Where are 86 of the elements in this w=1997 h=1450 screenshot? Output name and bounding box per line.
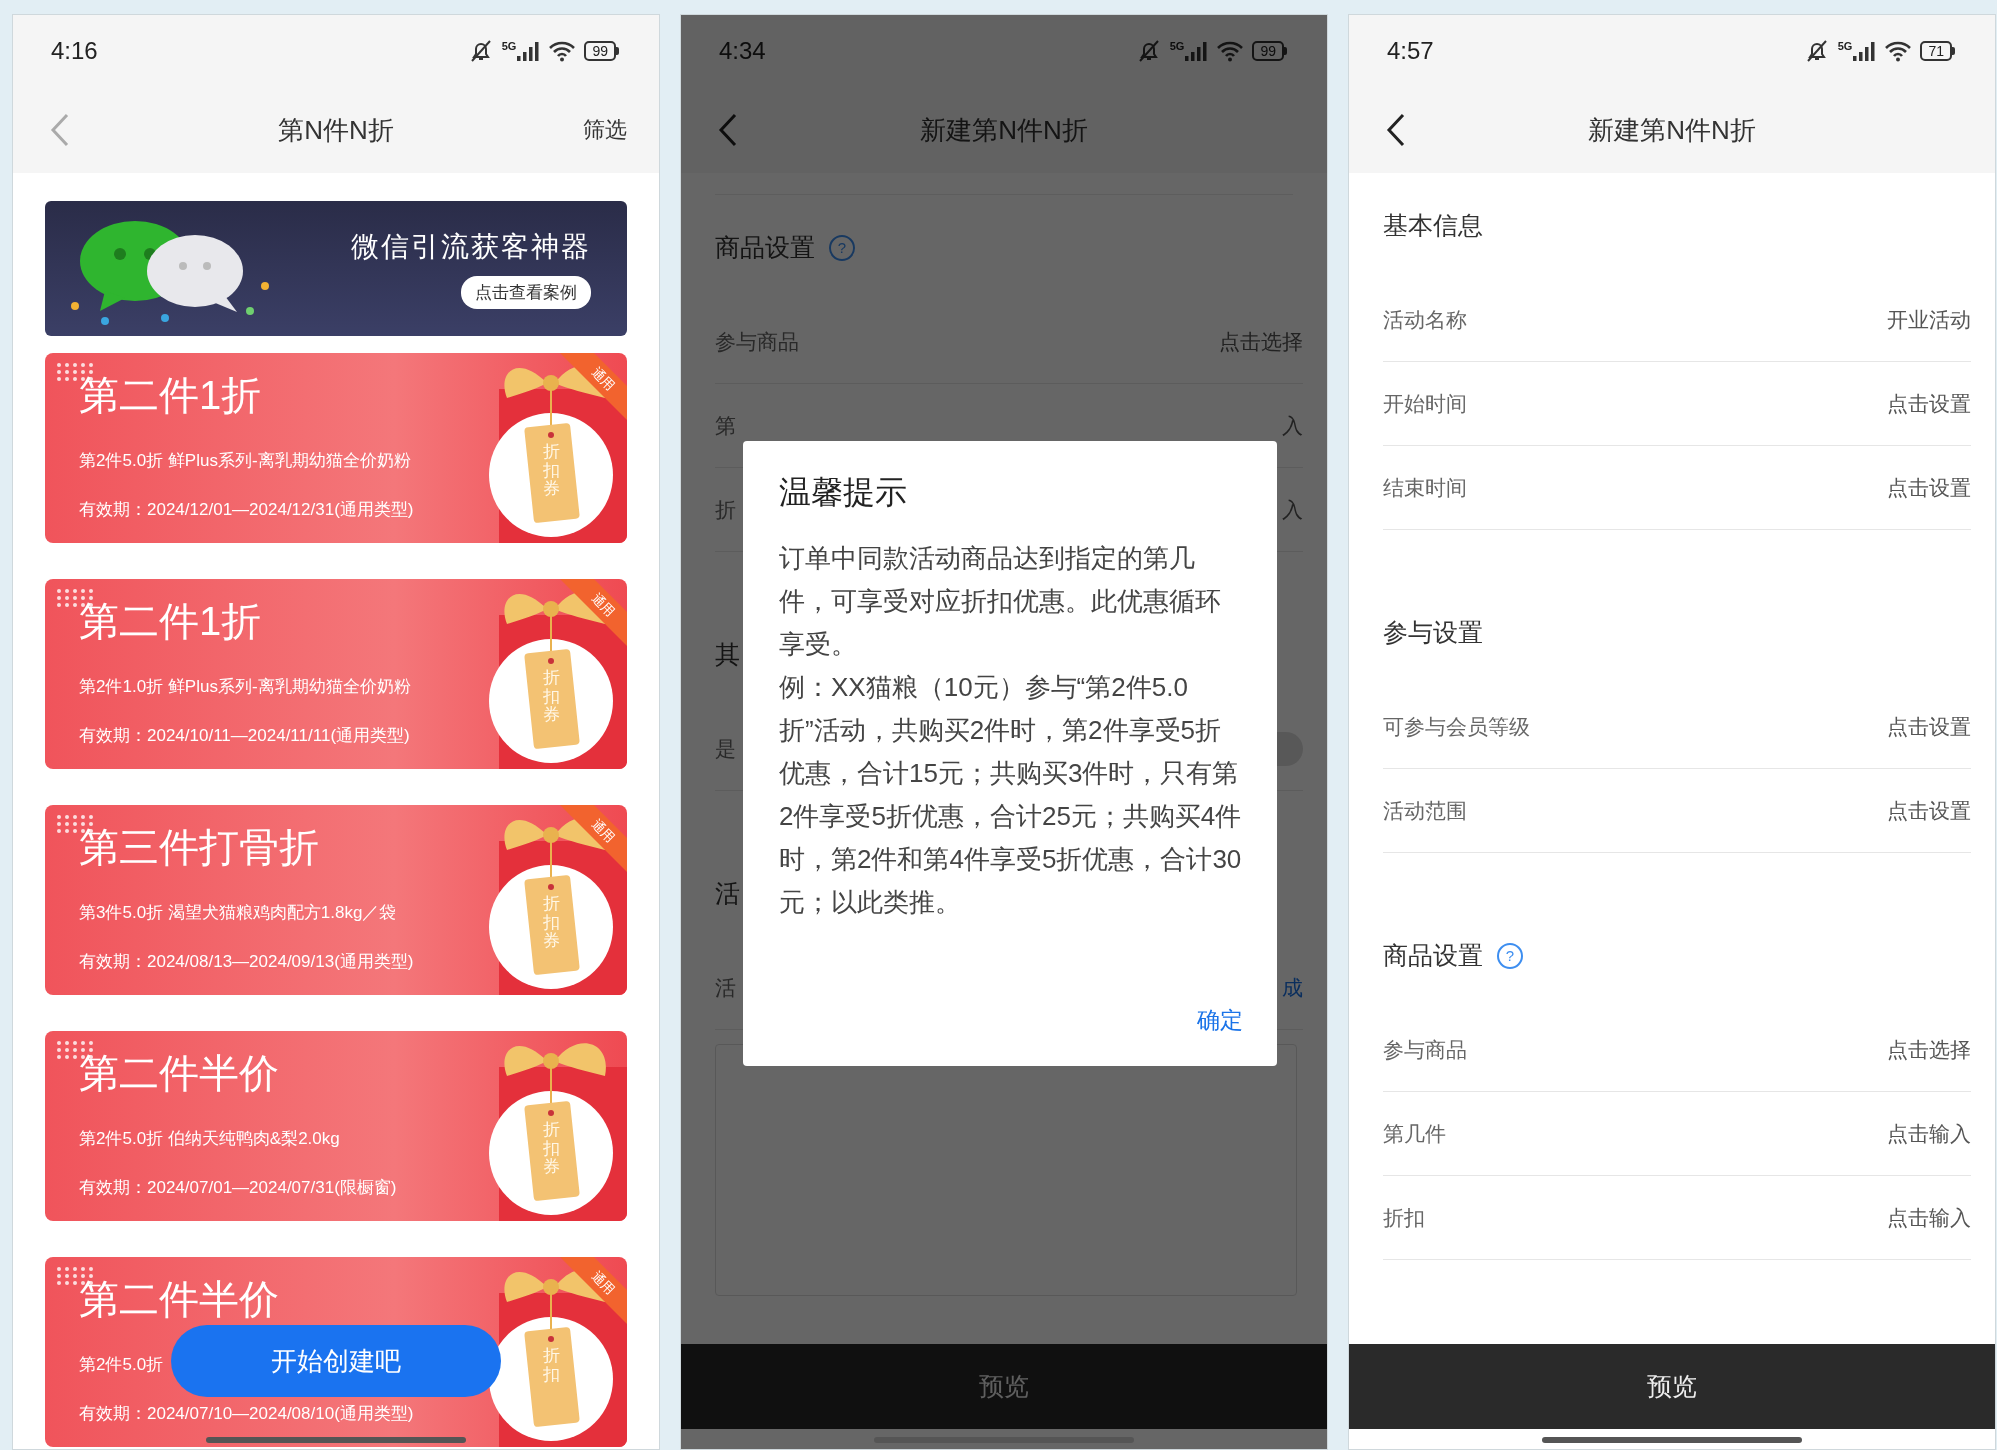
dialog-text: 例：XX猫粮（10元）参与“第2件5.0折”活动，共购买2件时，第2件享受5折优惠，合计15元；共购买3件时，只有第2件享受5折优惠，合计25元；共购买4件时，第2件和第4件享受5折优惠，合计30元；以此类推。	[779, 671, 1243, 919]
coupon-card[interactable]: 第二件1折 第2件1.0折 鲜Plus系列-离乳期幼猫全价奶粉 有效期：2024/10/11—2024/11/11(通用类型) 折扣券 通用	[45, 579, 627, 769]
field-label: 折	[715, 496, 736, 523]
coupon-detail: 第2件5.0折 伯纳天纯鸭肉&梨2.0kg	[79, 1128, 340, 1150]
create-button[interactable]: 开始创建吧	[171, 1325, 501, 1397]
field-label: 开始时间	[1383, 390, 1467, 417]
field-label: 活动范围	[1383, 797, 1467, 824]
network-label: 5G	[1837, 40, 1853, 52]
field-value[interactable]: 点击设置	[1887, 473, 1971, 502]
banner-headline: 微信引流获客神器	[351, 230, 591, 264]
field-value[interactable]: 点击选择	[1219, 327, 1303, 356]
tag-text: 折扣券	[543, 669, 560, 726]
section-title: 其	[715, 639, 740, 670]
field-label: 可参与会员等级	[1383, 713, 1530, 740]
dialog-title: 温馨提示	[779, 473, 908, 512]
preview-button[interactable]: 预览	[681, 1344, 1327, 1429]
signal-icon	[1852, 40, 1877, 62]
coupon-card[interactable]: 第三件打骨折 第3件5.0折 渴望犬猫粮鸡肉配方1.8kg／袋 有效期：2024/08/13—2024/09/13(通用类型) 折扣券 通用	[45, 805, 627, 995]
battery-icon: 99	[584, 41, 619, 61]
status-time: 4:16	[51, 37, 98, 65]
coupon-title: 第三件打骨折	[79, 825, 319, 869]
dialog-text: 订单中同款活动商品达到指定的第几件，可享受对应折扣优惠。此优惠循环享受。	[779, 542, 1222, 661]
coupon-card[interactable]: 第二件半价 第2件5.0折 伯纳天纯鸭肉&梨2.0kg 有效期：2024/07/01—2024/07/31(限橱窗) 折扣券	[45, 1031, 627, 1221]
field-value[interactable]: 点击设置	[1887, 796, 1971, 825]
field-label: 活	[715, 974, 736, 1001]
coupon-detail: 第2件1.0折 鲜Plus系列-离乳期幼猫全价奶粉	[79, 676, 411, 698]
coupon-validity: 有效期：2024/10/11—2024/11/11(通用类型)	[79, 725, 410, 747]
confirm-button[interactable]: 确定	[1197, 999, 1243, 1042]
field-value[interactable]: 点击输入	[1887, 1119, 1971, 1148]
coupon-title: 第二件1折	[79, 599, 262, 643]
coupon-validity: 有效期：2024/08/13—2024/09/13(通用类型)	[79, 951, 414, 973]
coupon-validity: 有效期：2024/12/01—2024/12/31(通用类型)	[79, 499, 414, 521]
field-label: 第几件	[1383, 1120, 1446, 1147]
section-title: 参与设置	[1383, 617, 1483, 648]
coupon-detail: 第2件5.0折 鲜Plus系列-离乳期幼猫全价奶粉	[79, 450, 411, 472]
coupon-validity: 有效期：2024/07/10—2024/08/10(通用类型)	[79, 1403, 414, 1425]
field-value[interactable]: 入	[1282, 411, 1303, 440]
help-icon[interactable]: ?	[1497, 942, 1523, 969]
field-label: 结束时间	[1383, 474, 1467, 501]
coupon-title: 第二件1折	[79, 373, 262, 417]
field-value[interactable]: 点击选择	[1887, 1035, 1971, 1064]
coupon-title: 第二件半价	[79, 1277, 279, 1321]
coupon-detail: 第2件5.0折	[79, 1354, 164, 1376]
field-label: 折扣	[1383, 1204, 1425, 1231]
network-label: 5G	[1169, 40, 1185, 52]
battery-icon: 71	[1920, 41, 1955, 61]
tag-text: 折扣券	[543, 895, 560, 952]
section-title: 活	[715, 878, 740, 909]
field-label: 活动名称	[1383, 306, 1467, 333]
field-link[interactable]: 成	[1282, 973, 1303, 1002]
status-time: 4:57	[1387, 37, 1434, 65]
network-label: 5G	[501, 40, 517, 52]
battery-icon: 99	[1252, 41, 1287, 61]
coupon-detail: 第3件5.0折 渴望犬猫粮鸡肉配方1.8kg／袋	[79, 902, 397, 924]
field-value[interactable]: 开业活动	[1887, 305, 1971, 334]
signal-icon	[1184, 40, 1209, 62]
preview-button[interactable]: 预览	[1349, 1344, 1995, 1429]
wifi-icon	[548, 40, 577, 62]
filter-link[interactable]: 筛选	[569, 115, 659, 145]
tag-text: 折扣	[543, 1347, 560, 1385]
screen-title: 第N件N折	[277, 113, 395, 147]
field-label: 是	[715, 735, 736, 762]
field-label: 参与商品	[715, 328, 799, 355]
field-value[interactable]: 点击设置	[1887, 712, 1971, 741]
section-title: 商品设置	[1383, 940, 1483, 971]
signal-icon	[516, 40, 541, 62]
screen-title: 新建第N件N折	[919, 113, 1089, 147]
status-time: 4:34	[719, 37, 766, 65]
wifi-icon	[1884, 40, 1913, 62]
field-value[interactable]: 入	[1282, 495, 1303, 524]
tag-text: 折扣券	[543, 1121, 560, 1178]
back-icon[interactable]	[1385, 112, 1407, 148]
screen-title: 新建第N件N折	[1587, 113, 1757, 147]
view-cases-button[interactable]: 点击查看案例	[461, 276, 591, 309]
field-label: 参与商品	[1383, 1036, 1467, 1063]
section-title: 商品设置	[715, 232, 815, 263]
coupon-card[interactable]: 第二件1折 第2件5.0折 鲜Plus系列-离乳期幼猫全价奶粉 有效期：2024/12/01—2024/12/31(通用类型) 折扣券 通用	[45, 353, 627, 543]
field-value[interactable]: 点击设置	[1887, 389, 1971, 418]
section-title: 基本信息	[1383, 210, 1483, 241]
promo-banner[interactable]: 微信引流获客神器 点击查看案例	[45, 201, 627, 336]
wifi-icon	[1216, 40, 1245, 62]
field-value[interactable]: 点击输入	[1887, 1203, 1971, 1232]
coupon-title: 第二件半价	[79, 1051, 279, 1095]
field-label: 第	[715, 412, 736, 439]
tag-text: 折扣券	[543, 443, 560, 500]
coupon-validity: 有效期：2024/07/01—2024/07/31(限橱窗)	[79, 1177, 397, 1199]
